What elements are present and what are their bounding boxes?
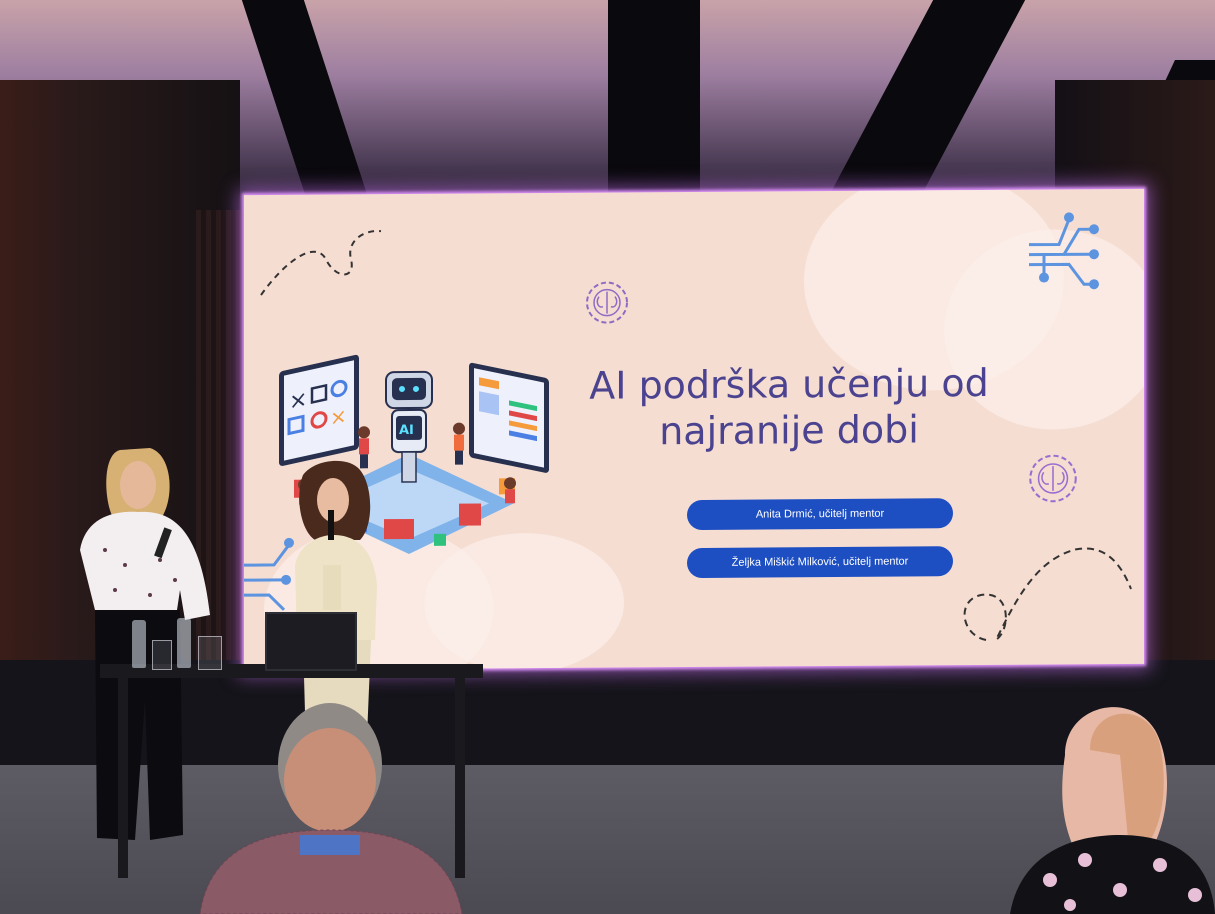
robot-ai-label: AI bbox=[399, 423, 414, 438]
dashed-swirl-icon bbox=[260, 230, 382, 296]
audience-member-man bbox=[199, 703, 463, 914]
water-bottle bbox=[177, 618, 191, 668]
laptop bbox=[265, 612, 357, 671]
audience-member-woman bbox=[1010, 707, 1215, 914]
svg-text:×: × bbox=[289, 386, 307, 416]
glass bbox=[198, 636, 222, 670]
dashed-swirl-icon bbox=[963, 547, 1132, 643]
presenter-name-1: Anita Drmić, učitelj mentor bbox=[687, 498, 953, 531]
brain-gear-icon bbox=[1029, 454, 1077, 503]
water-bottle bbox=[132, 620, 146, 668]
glass bbox=[152, 640, 172, 670]
ceiling-beam bbox=[608, 0, 700, 200]
presenter-name-2: Željka Miškić Milković, učitelj mentor bbox=[687, 546, 953, 579]
brain-gear-icon bbox=[586, 281, 628, 324]
slide-title: AI podrška učenju od najranije dobi bbox=[589, 360, 989, 454]
svg-text:×: × bbox=[330, 403, 347, 430]
stage-scene: × × AI AI podrška učenju od najranije do… bbox=[0, 0, 1215, 914]
table-leg bbox=[118, 678, 128, 878]
circuit-icon bbox=[1029, 212, 1099, 290]
